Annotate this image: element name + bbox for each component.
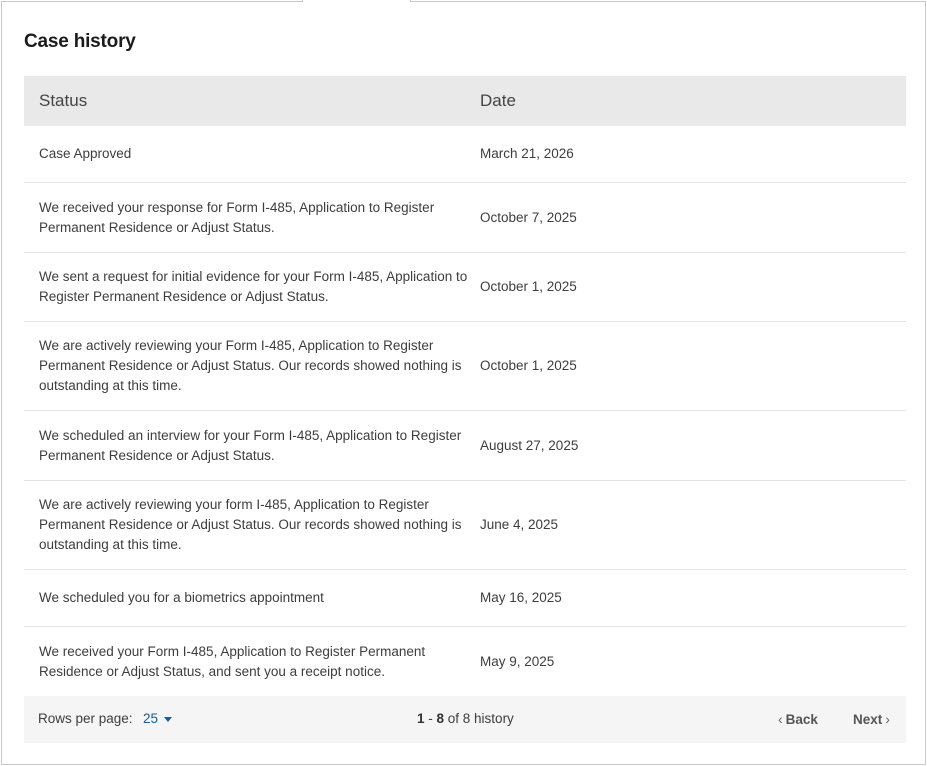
table-row: We scheduled you for a biometrics appoin…: [24, 570, 906, 627]
date-cell: October 7, 2025: [480, 209, 577, 225]
date-cell: October 1, 2025: [480, 279, 577, 294]
chevron-right-icon: ›: [885, 711, 890, 727]
range-separator: -: [424, 711, 437, 726]
table-row: Case Approved March 21, 2026: [24, 126, 906, 183]
column-header-status: Status: [39, 91, 88, 110]
date-cell: October 1, 2025: [480, 358, 577, 373]
page-title: Case history: [24, 31, 136, 52]
table-row: We sent a request for initial evidence f…: [24, 253, 906, 322]
date-cell: August 27, 2025: [480, 437, 579, 453]
range-total: of 8 history: [444, 711, 514, 726]
status-cell: We received your Form I-485, Application…: [39, 643, 426, 679]
rows-per-page-select[interactable]: 25: [143, 711, 173, 726]
date-cell: May 16, 2025: [480, 590, 562, 605]
pagination-bar: Rows per page: 25 1 - 8 of 8 history ‹ B…: [24, 696, 906, 743]
next-button[interactable]: Next ›: [853, 711, 890, 727]
status-cell: We are actively reviewing your Form I-48…: [39, 338, 462, 393]
status-cell: Case Approved: [39, 146, 132, 161]
table-row: We received your Form I-485, Application…: [24, 627, 906, 696]
table-row: We scheduled an interview for your Form …: [24, 411, 906, 481]
table-row: We are actively reviewing your Form I-48…: [24, 322, 906, 411]
status-cell: We scheduled an interview for your Form …: [39, 427, 462, 463]
chevron-left-icon: ‹: [778, 711, 783, 727]
table-header: Status Date: [24, 76, 906, 126]
status-cell: We are actively reviewing your form I-48…: [39, 497, 462, 552]
status-cell: We received your response for Form I-485…: [39, 199, 435, 235]
case-history-table: Status Date Case Approved March 21, 2026…: [24, 76, 906, 696]
range-start: 1: [417, 711, 425, 726]
column-header-date: Date: [480, 91, 516, 110]
rows-per-page-label: Rows per page:: [38, 711, 133, 726]
rows-per-page-value: 25: [143, 711, 159, 726]
status-cell: We scheduled you for a biometrics appoin…: [39, 590, 324, 605]
date-cell: March 21, 2026: [480, 146, 574, 161]
table-row: We are actively reviewing your form I-48…: [24, 481, 906, 570]
date-cell: May 9, 2025: [480, 653, 555, 669]
range-end: 8: [436, 711, 445, 726]
next-label: Next: [853, 711, 883, 727]
back-label: Back: [785, 711, 818, 727]
table-row: We received your response for Form I-485…: [24, 183, 906, 253]
date-cell: June 4, 2025: [480, 517, 559, 532]
caret-down-icon: [164, 717, 173, 722]
case-history-panel: Case history Status Date Case Approved M…: [0, 0, 927, 766]
back-button[interactable]: ‹ Back: [778, 711, 818, 727]
pagination-summary: 1 - 8 of 8 history: [417, 711, 514, 726]
status-cell: We sent a request for initial evidence f…: [39, 269, 468, 304]
